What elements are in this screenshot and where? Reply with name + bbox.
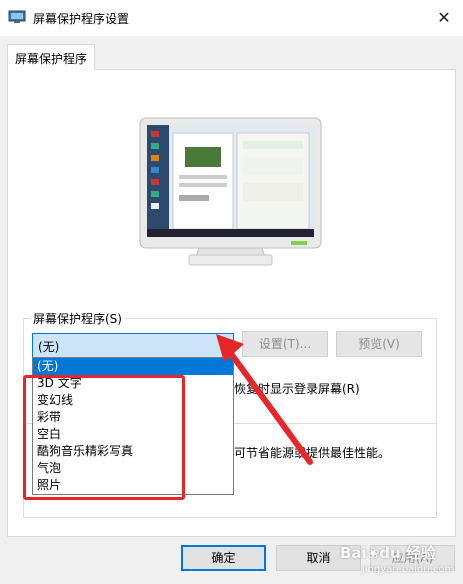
baidu-watermark: Bai❀du 经验 jingyan.baidu.com (340, 540, 460, 582)
preview-button[interactable]: 预览(V) (336, 331, 422, 357)
close-icon[interactable]: ✕ (430, 5, 458, 31)
ok-button[interactable]: 确定 (181, 545, 266, 571)
tab-label: 屏幕保护程序 (15, 52, 88, 66)
annotation-arrow-icon (216, 334, 313, 465)
annotation-highlight-box (23, 375, 185, 500)
monitor-preview (139, 117, 322, 266)
screensaver-select-value: (无) (38, 340, 60, 354)
title-bar: 屏幕保护程序设置 ✕ (0, 0, 463, 36)
tab-screensaver[interactable]: 屏幕保护程序 (7, 44, 95, 70)
screensaver-group-label: 屏幕保护程序(S) (30, 310, 125, 327)
watermark-url: jingyan.baidu.com (362, 564, 455, 575)
dropdown-option-none[interactable]: (无) (33, 358, 233, 375)
watermark-logo: Bai❀du 经验 (340, 544, 436, 562)
screensaver-select[interactable]: (无) (32, 333, 234, 358)
screensaver-app-icon (8, 10, 26, 23)
window-title: 屏幕保护程序设置 (33, 12, 130, 26)
